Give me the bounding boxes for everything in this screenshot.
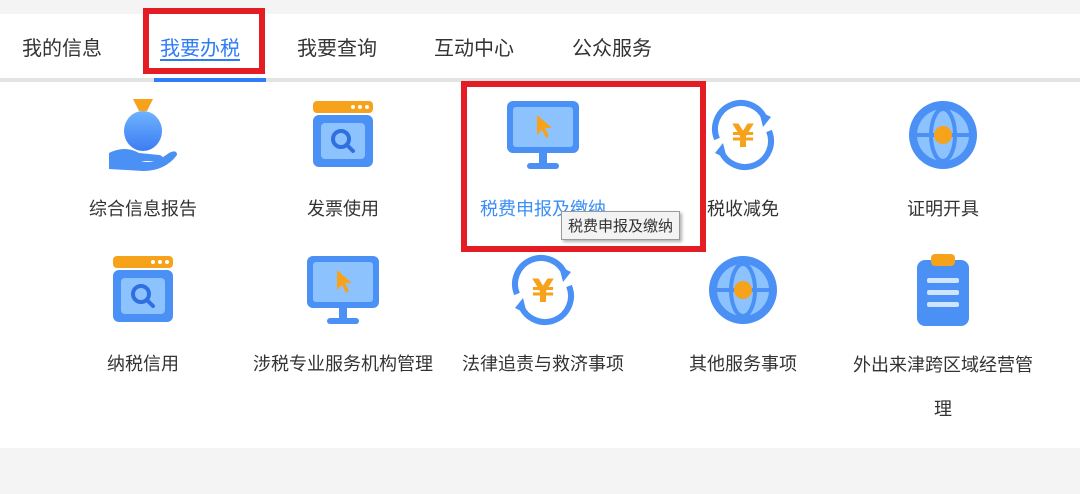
service-item-other-services[interactable]: 其他服务事项 <box>648 250 838 386</box>
service-item-legal-remedy[interactable]: ¥ 法律追责与救济事项 <box>448 250 638 386</box>
service-item-label: 涉税专业服务机构管理 <box>253 354 433 375</box>
monitor-cursor-icon <box>507 101 579 169</box>
service-item-label: 外出来津跨区域经营管理 <box>853 355 1033 420</box>
svg-text:¥: ¥ <box>732 117 754 155</box>
service-item-label: 证明开具 <box>907 199 979 220</box>
money-bag-hand-icon <box>109 99 177 171</box>
globe-icon <box>709 256 777 324</box>
active-tab-indicator <box>154 78 266 82</box>
tab-my-info[interactable]: 我的信息 <box>22 32 102 61</box>
yuan-refresh-icon: ¥ <box>712 100 774 170</box>
highlight-box-tab <box>143 8 265 74</box>
search-window-icon <box>313 101 373 167</box>
yuan-refresh-icon: ¥ <box>512 255 574 325</box>
service-item-invoice-use[interactable]: 发票使用 <box>248 95 438 231</box>
monitor-cursor-icon <box>307 256 379 324</box>
tooltip: 税费申报及缴纳 <box>561 211 681 240</box>
service-item-tax-agency-management[interactable]: 涉税专业服务机构管理 <box>248 250 438 386</box>
service-item-certificate[interactable]: 证明开具 <box>848 95 1038 231</box>
tab-interaction-center[interactable]: 互动中心 <box>434 32 514 61</box>
service-item-comprehensive-report[interactable]: 综合信息报告 <box>48 95 238 231</box>
globe-icon <box>909 101 977 169</box>
tab-query[interactable]: 我要查询 <box>297 32 377 61</box>
service-item-label: 法律追责与救济事项 <box>462 354 624 375</box>
service-item-label: 纳税信用 <box>107 354 179 375</box>
svg-text:¥: ¥ <box>532 272 554 310</box>
service-item-label: 其他服务事项 <box>689 354 797 375</box>
clipboard-icon <box>917 254 969 326</box>
service-item-cross-region-management[interactable]: 外出来津跨区域经营管理 <box>848 250 1038 432</box>
service-item-tax-credit[interactable]: 纳税信用 <box>48 250 238 386</box>
tab-public-service[interactable]: 公众服务 <box>572 32 652 61</box>
search-window-icon <box>113 256 173 322</box>
service-item-label: 综合信息报告 <box>89 199 197 220</box>
service-item-label: 发票使用 <box>307 199 379 220</box>
